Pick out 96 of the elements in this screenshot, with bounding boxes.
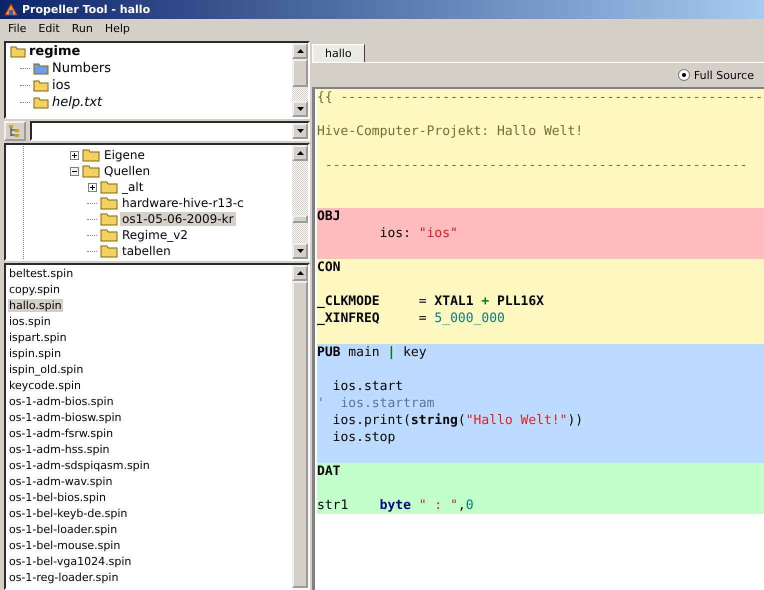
code-line: ------------------------------------------------------ (324, 158, 748, 173)
list-item[interactable]: os-1-adm-bios.spin (8, 394, 115, 408)
up-arrow-icon (296, 271, 304, 275)
code-line: ' ios.startram (317, 396, 434, 411)
window-title: Propeller Tool - hallo (22, 3, 150, 16)
tree-connector (87, 234, 97, 236)
scrollbar[interactable] (292, 145, 308, 259)
list-item[interactable]: os-1-bel-vga1024.spin (8, 554, 132, 568)
scroll-down-button[interactable] (292, 243, 308, 259)
list-item[interactable]: os-1-bel-mouse.spin (8, 538, 122, 552)
folder-icon (82, 164, 100, 178)
tree-connector (87, 250, 97, 252)
folder-combo[interactable] (30, 121, 310, 141)
list-item[interactable]: keycode.spin (8, 378, 82, 392)
list-item[interactable]: ios.spin (8, 314, 52, 328)
tree-item[interactable]: regime (29, 44, 80, 60)
menu-item[interactable]: Run (66, 22, 99, 35)
down-arrow-icon (296, 107, 304, 111)
expand-toggle[interactable] (88, 182, 96, 192)
folder-icon (100, 212, 118, 226)
scrollbar-thumb[interactable] (292, 59, 308, 87)
code-line: _XINFREQ = 5_000_000 (317, 311, 505, 326)
folder-item[interactable]: _alt (120, 180, 146, 194)
list-item[interactable]: os-1-bel-bios.spin (8, 490, 107, 504)
tree-connector (20, 68, 30, 69)
folder-icon (100, 228, 118, 242)
scroll-up-button[interactable] (292, 43, 308, 59)
list-item[interactable]: os-1-adm-hss.spin (8, 442, 110, 456)
folder-item[interactable]: os1-05-06-2009-kr (120, 212, 236, 226)
scroll-up-button[interactable] (292, 265, 308, 281)
list-item[interactable]: ispart.spin (8, 330, 68, 344)
scroll-up-button[interactable] (292, 145, 308, 161)
scrollbar[interactable] (292, 43, 308, 117)
folder-tree-button[interactable] (4, 121, 26, 141)
list-item[interactable]: os-1-adm-wav.spin (8, 474, 114, 488)
list-item[interactable]: copy.spin (8, 282, 61, 296)
dropdown-button[interactable] (292, 123, 308, 139)
folder-item[interactable]: Quellen (102, 164, 152, 178)
menu-item[interactable]: Edit (32, 22, 66, 35)
code-line: ios: "ios" (378, 226, 458, 241)
tree-item[interactable]: ios (52, 78, 70, 94)
down-arrow-icon (296, 129, 304, 133)
list-item[interactable]: os-1-adm-sdspiqasm.spin (8, 458, 151, 472)
code-line: OBJ (317, 209, 340, 224)
code-line: PUB main | key (317, 345, 427, 360)
folder-item[interactable]: hardware-hive-r13-c (120, 196, 246, 210)
radio-button[interactable] (678, 69, 690, 81)
tree-connector (87, 202, 97, 204)
list-item[interactable]: beltest.spin (8, 266, 74, 280)
code-line: DAT (317, 464, 340, 479)
list-item[interactable]: hallo.spin (8, 298, 63, 312)
code-line: CON (317, 260, 340, 275)
folder-icon (82, 148, 100, 162)
list-item[interactable]: ispin_old.spin (8, 362, 84, 376)
code-line: ios.print(string("Hallo Welt!")) (332, 413, 584, 428)
scrollbar-thumb[interactable] (292, 215, 308, 223)
list-item[interactable]: os-1-bel-loader.spin (8, 522, 118, 536)
list-item[interactable]: ispin.spin (8, 346, 62, 360)
tree-connector (20, 85, 30, 86)
list-item[interactable]: os-1-adm-biosw.spin (8, 410, 123, 424)
code-line: str1 byte " : ",0 (317, 498, 474, 513)
folder-icon (33, 79, 49, 92)
folder-item[interactable]: tabellen (120, 244, 173, 258)
folder-icon (100, 196, 118, 210)
code-line: Hive-Computer-Projekt: Hallo Welt! (317, 124, 584, 139)
list-item[interactable]: os-1-bel-keyb-de.spin (8, 506, 128, 520)
tree-icon (8, 124, 22, 138)
tree-item[interactable]: Numbers (52, 60, 111, 76)
code-line: _CLKMODE = XTAL1 + PLL16X (317, 294, 544, 309)
folder-icon (10, 45, 26, 58)
folder-icon (33, 62, 49, 75)
folder-item[interactable]: Regime_v2 (120, 228, 190, 242)
editor-tab[interactable]: hallo (312, 44, 365, 62)
list-item[interactable]: os-1-adm-fsrw.spin (8, 426, 114, 440)
up-arrow-icon (296, 49, 304, 53)
folder-icon (100, 244, 118, 258)
code-line: {{ ------------------------------------------------------ (317, 90, 764, 105)
radio-label[interactable]: Full Source (694, 68, 754, 82)
menu-item[interactable]: File (2, 22, 32, 35)
folder-icon (100, 180, 118, 194)
tree-connector (20, 102, 30, 103)
code-line: ios.start (332, 379, 404, 394)
scroll-down-button[interactable] (292, 101, 308, 117)
menu-item[interactable]: Help (98, 22, 136, 35)
list-item[interactable]: os-1-reg-loader.spin (8, 570, 120, 584)
folder-item[interactable]: Eigene (102, 148, 147, 162)
code-editor[interactable] (312, 87, 764, 590)
folder-icon (33, 96, 49, 109)
tree-item[interactable]: help.txt (52, 94, 102, 110)
down-arrow-icon (296, 249, 304, 253)
collapse-toggle[interactable] (70, 166, 78, 176)
tree-connector (87, 218, 97, 220)
up-arrow-icon (296, 151, 304, 155)
code-line: ios.stop (332, 430, 396, 445)
app-icon (4, 3, 18, 16)
expand-toggle[interactable] (70, 150, 78, 160)
